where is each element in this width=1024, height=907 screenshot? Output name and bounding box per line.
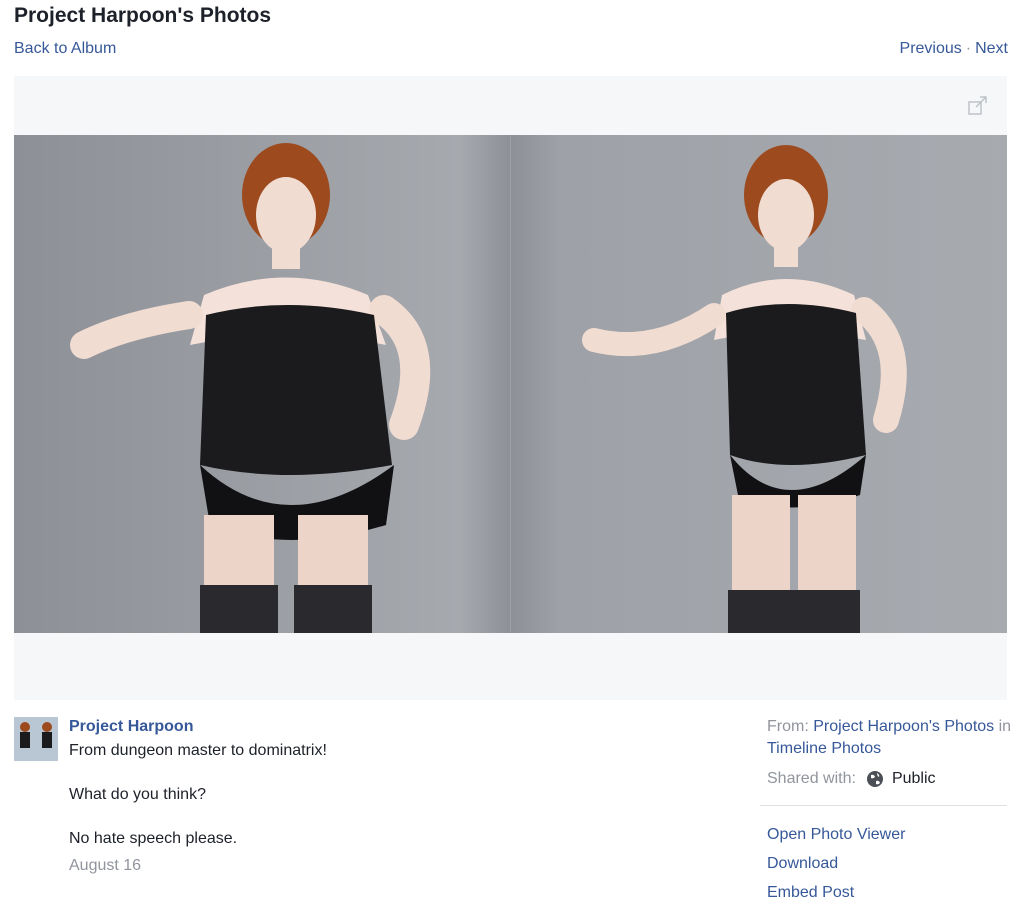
caption-line: No hate speech please. — [69, 830, 238, 847]
privacy-value[interactable]: Public — [892, 768, 936, 790]
photo-figure-left — [70, 143, 431, 633]
expand-icon[interactable] — [967, 94, 989, 116]
photo[interactable] — [14, 135, 1007, 633]
page-title: Project Harpoon's Photos — [14, 4, 272, 27]
pager: Previous · Next — [900, 40, 1008, 58]
download-link[interactable]: Download — [767, 849, 905, 878]
post-date-link[interactable]: August 16 — [69, 857, 141, 875]
in-label: in — [998, 718, 1012, 735]
timeline-photos-link[interactable]: Timeline Photos — [767, 740, 881, 757]
shared-label: Shared with: — [767, 770, 856, 787]
caption-line: What do you think? — [69, 786, 206, 803]
shared-row: Shared with: Public — [767, 768, 1017, 790]
open-photo-viewer-link[interactable]: Open Photo Viewer — [767, 820, 905, 849]
author-name-link[interactable]: Project Harpoon — [69, 718, 193, 736]
next-link[interactable]: Next — [975, 40, 1008, 57]
photo-actions: Open Photo Viewer Download Embed Post — [767, 820, 905, 907]
previous-link[interactable]: Previous — [900, 40, 962, 57]
album-link[interactable]: Project Harpoon's Photos — [813, 718, 994, 735]
embed-post-link[interactable]: Embed Post — [767, 878, 905, 907]
pager-separator: · — [965, 40, 972, 57]
from-label: From: — [767, 718, 809, 735]
from-row: From: Project Harpoon's Photos in Timeli… — [767, 716, 1017, 760]
photo-figure-right — [582, 145, 907, 633]
post-caption: From dungeon master to dominatrix! What … — [69, 740, 709, 872]
photo-info-sidebar: From: Project Harpoon's Photos in Timeli… — [767, 716, 1017, 790]
caption-line: From dungeon master to dominatrix! — [69, 742, 327, 759]
avatar-image — [14, 717, 58, 761]
back-to-album-link[interactable]: Back to Album — [14, 40, 116, 58]
sidebar-divider — [760, 805, 1007, 806]
photo-stage — [14, 76, 1007, 700]
avatar[interactable] — [14, 717, 58, 761]
photo-divider — [510, 135, 511, 633]
globe-icon — [866, 771, 883, 787]
